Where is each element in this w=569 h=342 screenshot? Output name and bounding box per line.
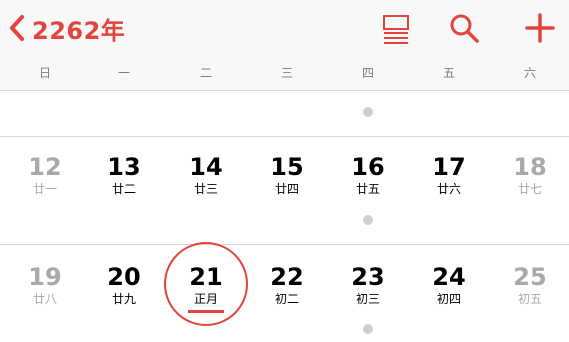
lunar-date: 廿六: [436, 182, 461, 196]
day-number: 19: [28, 263, 62, 291]
day-cell-14[interactable]: 14 廿三: [171, 155, 241, 197]
list-view-button[interactable]: [378, 10, 414, 46]
lunar-date: 初二: [274, 292, 299, 306]
day-cell-25[interactable]: 25 初五: [495, 265, 565, 307]
day-cell-18[interactable]: 18 廿七: [495, 155, 565, 197]
plus-icon: [525, 13, 555, 43]
week-divider: [0, 136, 569, 137]
day-cell-16[interactable]: 16 廿五: [333, 155, 403, 197]
week-divider: [0, 244, 569, 245]
day-number: 16: [351, 153, 385, 181]
lunar-date: 廿九: [111, 292, 136, 306]
weekday-mon: 一: [117, 66, 130, 80]
lunar-date: 初四: [436, 292, 461, 306]
lunar-date: 初三: [355, 292, 380, 306]
lunar-date: 廿三: [193, 182, 218, 196]
day-number: 23: [351, 263, 385, 291]
weekday-header: 日 一 二 三 四 五 六: [0, 56, 569, 91]
top-bar: 2262年: [0, 0, 569, 56]
day-number: 20: [107, 263, 141, 291]
day-cell-12[interactable]: 12 廿一: [10, 155, 80, 197]
weekday-thu: 四: [361, 66, 374, 80]
lunar-date: 廿八: [32, 292, 57, 306]
lunar-date: 廿七: [517, 182, 542, 196]
day-cell-15[interactable]: 15 廿四: [252, 155, 322, 197]
day-number: 12: [28, 153, 62, 181]
day-cell-17[interactable]: 17 廿六: [414, 155, 484, 197]
chevron-left-icon: [10, 15, 24, 41]
search-button[interactable]: [446, 10, 482, 46]
weekday-fri: 五: [442, 66, 455, 80]
lunar-date: 初五: [517, 292, 542, 306]
day-cell-13[interactable]: 13 廿二: [89, 155, 159, 197]
lunar-date: 廿二: [111, 182, 136, 196]
day-cell-23[interactable]: 23 初三: [333, 265, 403, 307]
lunar-date: 廿一: [32, 182, 57, 196]
day-number: 14: [189, 153, 223, 181]
day-cell-21-today[interactable]: 21 正月: [171, 265, 241, 307]
list-view-icon: [383, 15, 409, 44]
day-cell-20[interactable]: 20 廿九: [89, 265, 159, 307]
lunar-date: 廿四: [274, 182, 299, 196]
day-number: 24: [432, 263, 466, 291]
day-cell-22[interactable]: 22 初二: [252, 265, 322, 307]
year-label: 2262年: [32, 16, 126, 45]
day-number: 22: [270, 263, 304, 291]
event-dot: [363, 107, 373, 117]
weekday-wed: 三: [280, 66, 293, 80]
weekday-tue: 二: [199, 66, 212, 80]
day-cell-24[interactable]: 24 初四: [414, 265, 484, 307]
event-dot: [363, 215, 373, 225]
add-event-button[interactable]: [522, 10, 558, 46]
day-number: 15: [270, 153, 304, 181]
lunar-date: 廿五: [355, 182, 380, 196]
weekday-sat: 六: [523, 66, 536, 80]
lunar-date: 正月: [193, 292, 218, 306]
day-number: 17: [432, 153, 466, 181]
day-number: 18: [513, 153, 547, 181]
back-to-year-button[interactable]: 2262年: [8, 10, 125, 46]
search-icon: [450, 14, 479, 43]
event-dot: [363, 324, 373, 334]
day-number: 13: [107, 153, 141, 181]
today-underline: [188, 310, 224, 313]
day-cell-19[interactable]: 19 廿八: [10, 265, 80, 307]
calendar-app: 2262年 日 一 二 三 四 五 六 12 廿一 13 廿二 14 廿三 15…: [0, 0, 569, 342]
day-number: 25: [513, 263, 547, 291]
weekday-sun: 日: [38, 66, 51, 80]
day-number: 21: [189, 263, 223, 291]
